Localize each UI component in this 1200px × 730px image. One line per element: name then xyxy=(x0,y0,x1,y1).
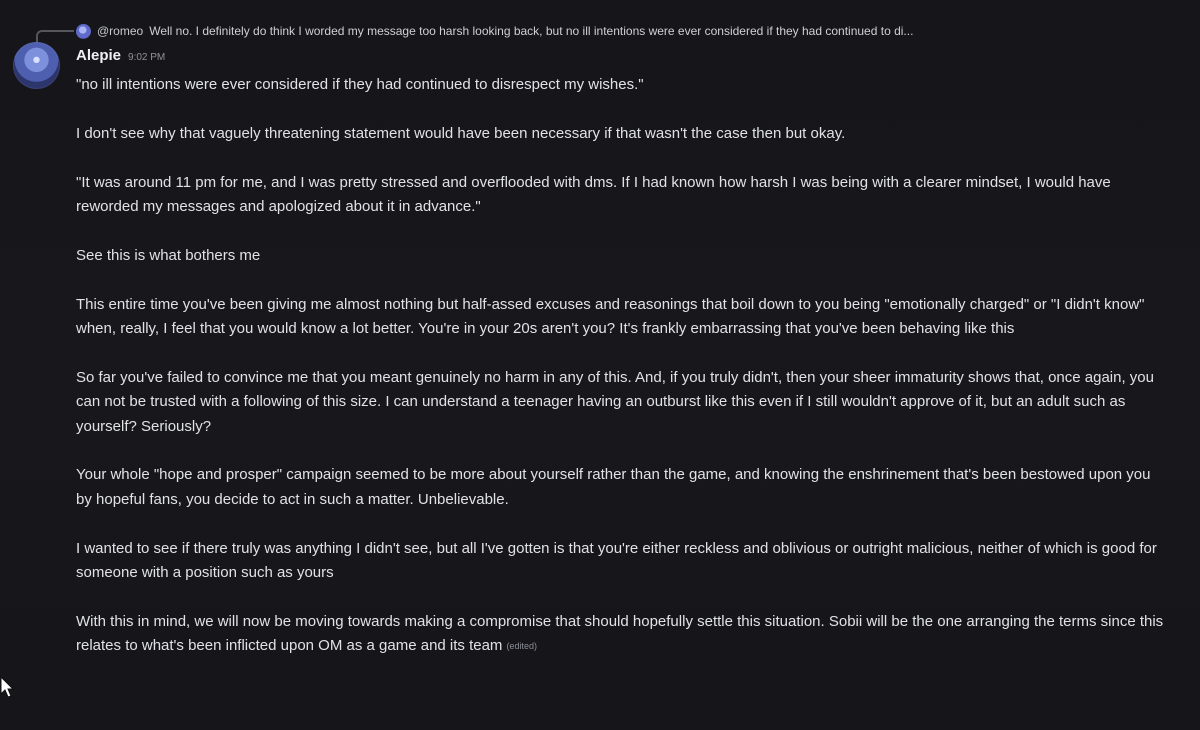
message-paragraph: Your whole "hope and prosper" campaign s… xyxy=(76,466,1151,508)
mouse-pointer-icon xyxy=(0,676,14,698)
chat-view: @romeo Well no. I definitely do think I … xyxy=(0,0,1200,730)
message-paragraph: "It was around 11 pm for me, and I was p… xyxy=(76,173,1111,215)
edited-label: (edited) xyxy=(506,641,537,652)
message-paragraph: So far you've failed to convince me that… xyxy=(76,368,1154,435)
message-paragraph: "no ill intentions were ever considered … xyxy=(76,76,644,93)
message-paragraph: With this in mind, we will now be moving… xyxy=(76,612,1164,655)
message-body: "no ill intentions were ever considered … xyxy=(76,73,1166,659)
message-paragraph: I don't see why that vaguely threatening… xyxy=(76,124,846,142)
message-paragraph: I wanted to see if there truly was anyth… xyxy=(76,539,1157,582)
message-paragraph: This entire time you've been giving me a… xyxy=(76,295,1145,337)
message-last-paragraph: With this in mind, we will now be moving… xyxy=(76,610,1166,659)
reply-author[interactable]: @romeo xyxy=(97,24,143,38)
message-timestamp[interactable]: 9:02 PM xyxy=(128,52,165,63)
reply-preview-bar[interactable]: @romeo Well no. I definitely do think I … xyxy=(76,20,1176,42)
author-name[interactable]: Alepie xyxy=(76,47,121,64)
message-header: Alepie 9:02 PM xyxy=(76,47,165,64)
reply-preview-text[interactable]: Well no. I definitely do think I worded … xyxy=(149,24,913,38)
message-paragraph: See this is what bothers me xyxy=(76,246,261,264)
author-avatar-icon[interactable] xyxy=(13,42,60,89)
reply-avatar-icon[interactable] xyxy=(76,23,91,39)
